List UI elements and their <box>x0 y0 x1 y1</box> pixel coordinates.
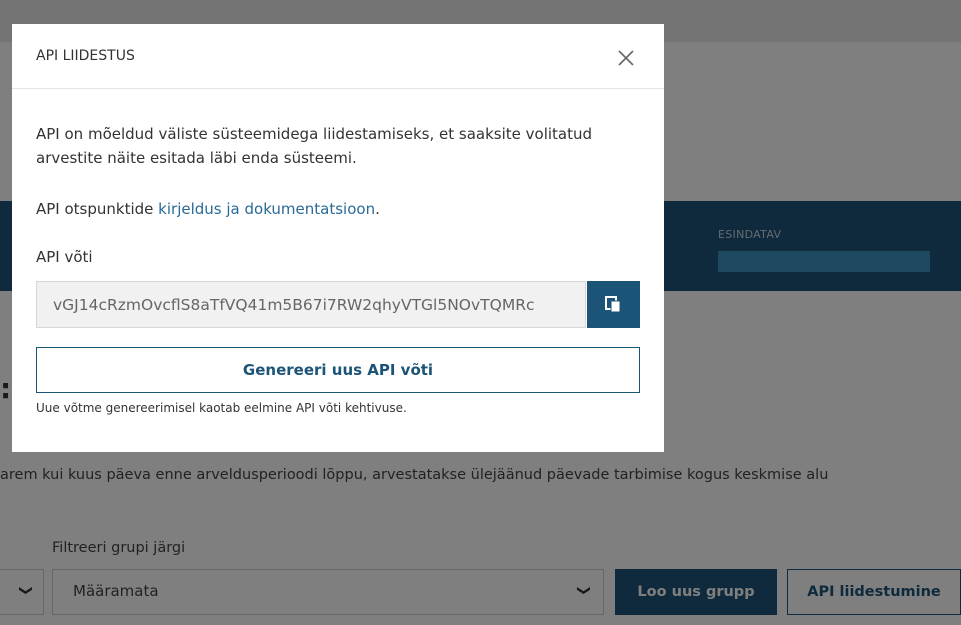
endpoints-prefix: API otspunktide <box>36 200 159 218</box>
copy-icon <box>605 296 621 313</box>
generate-note: Uue võtme genereerimisel kaotab eelmine … <box>36 401 407 415</box>
endpoints-suffix: . <box>375 200 380 218</box>
modal-description: API on mõeldud väliste süsteemidega liid… <box>36 125 593 167</box>
close-button[interactable] <box>608 40 644 76</box>
generate-key-button[interactable]: Genereeri uus API võti <box>36 347 640 393</box>
api-key-field[interactable] <box>36 281 586 328</box>
copy-key-button[interactable] <box>587 281 640 328</box>
documentation-link[interactable]: kirjeldus ja dokumentatsioon <box>158 200 375 218</box>
modal-title: API LIIDESTUS <box>36 48 135 64</box>
api-key-label: API võti <box>36 248 93 266</box>
close-icon <box>618 50 634 66</box>
endpoints-text: API otspunktide kirjeldus ja dokumentats… <box>36 200 380 218</box>
api-modal: API LIIDESTUS API on mõeldud väliste süs… <box>12 24 664 452</box>
modal-header: API LIIDESTUS <box>12 24 664 89</box>
